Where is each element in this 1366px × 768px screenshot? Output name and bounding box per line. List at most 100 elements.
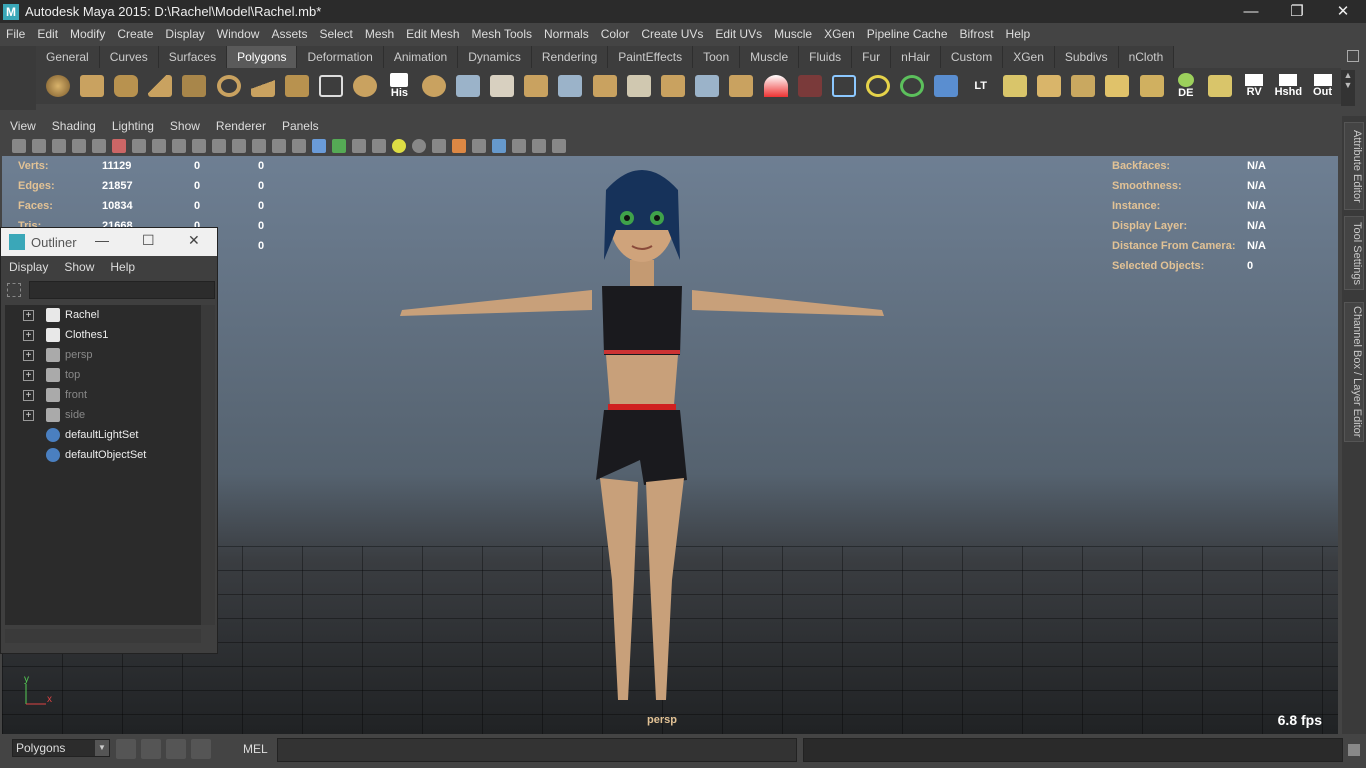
- poly-cone-icon[interactable]: [145, 71, 176, 101]
- booleans-icon[interactable]: [521, 71, 552, 101]
- expand-icon[interactable]: +: [23, 389, 34, 401]
- uv-grid-icon-5[interactable]: [1136, 71, 1167, 101]
- outliner-menu-help[interactable]: Help: [102, 260, 143, 274]
- mel-label[interactable]: MEL: [243, 742, 268, 756]
- outliner-menu-show[interactable]: Show: [56, 260, 102, 274]
- create-polygon-tool-icon[interactable]: [316, 71, 347, 101]
- close-button[interactable]: ✕: [1320, 0, 1366, 23]
- panel-menu-panels[interactable]: Panels: [274, 119, 327, 133]
- uv-grid-icon-3[interactable]: [1068, 71, 1099, 101]
- outliner-menu-display[interactable]: Display: [1, 260, 56, 274]
- bookmarks-icon[interactable]: [52, 139, 66, 153]
- outliner-titlebar[interactable]: Outliner — ☐ ✕: [1, 228, 217, 256]
- menu-assets[interactable]: Assets: [265, 27, 313, 41]
- menu-select[interactable]: Select: [313, 27, 358, 41]
- camera-attributes-icon[interactable]: [32, 139, 46, 153]
- shadows-icon[interactable]: [412, 139, 426, 153]
- shelf-tab-animation[interactable]: Animation: [383, 46, 459, 68]
- expand-icon[interactable]: +: [23, 369, 34, 381]
- poly-torus-icon[interactable]: [213, 71, 244, 101]
- paint-tool-icon[interactable]: [794, 71, 825, 101]
- poly-cylinder-icon[interactable]: [110, 71, 141, 101]
- out-icon[interactable]: Out: [1307, 71, 1338, 101]
- expand-icon[interactable]: +: [23, 349, 34, 361]
- shelf-tab-surfaces[interactable]: Surfaces: [158, 46, 228, 68]
- snap-icon[interactable]: [116, 739, 136, 759]
- bridge-icon[interactable]: [692, 71, 723, 101]
- poly-pipe-icon[interactable]: [281, 71, 312, 101]
- shelf-tab-polygons[interactable]: Polygons: [227, 46, 298, 68]
- outliner-item[interactable]: + persp: [5, 345, 201, 365]
- depth-of-field-icon[interactable]: [492, 139, 506, 153]
- shelf-tab-fluids[interactable]: Fluids: [799, 46, 853, 68]
- menu-xgen[interactable]: XGen: [818, 27, 861, 41]
- menu-edit-mesh[interactable]: Edit Mesh: [400, 27, 465, 41]
- shelf-tab-painteffects[interactable]: PaintEffects: [608, 46, 694, 68]
- panel-menu-show[interactable]: Show: [162, 119, 208, 133]
- de-tool-icon[interactable]: DE: [1170, 71, 1201, 101]
- average-vertices-icon[interactable]: [589, 71, 620, 101]
- shelf-tab-general[interactable]: General: [36, 46, 100, 68]
- extract-icon[interactable]: [486, 71, 517, 101]
- menu-edit-uvs[interactable]: Edit UVs: [709, 27, 768, 41]
- outliner-maximize-button[interactable]: ☐: [142, 232, 155, 249]
- wireframe-shading-icon[interactable]: [292, 139, 306, 153]
- field-chart-icon[interactable]: [232, 139, 246, 153]
- separate-icon[interactable]: [452, 71, 483, 101]
- soccer-ball-icon[interactable]: [350, 71, 381, 101]
- uv-grid-icon-6[interactable]: [1204, 71, 1235, 101]
- shelf-tab-fur[interactable]: Fur: [852, 46, 892, 68]
- resolution-gate-icon[interactable]: [192, 139, 206, 153]
- history-list-icon[interactable]: [191, 739, 211, 759]
- use-all-lights-icon[interactable]: [392, 139, 406, 153]
- outliner-vertical-scrollbar[interactable]: [201, 305, 215, 625]
- menu-file[interactable]: File: [0, 27, 31, 41]
- menu-mesh[interactable]: Mesh: [359, 27, 400, 41]
- outliner-item[interactable]: + Clothes1: [5, 325, 201, 345]
- screen-space-ao-icon[interactable]: [432, 139, 446, 153]
- wireframe-on-shaded-icon[interactable]: [332, 139, 346, 153]
- menu-muscle[interactable]: Muscle: [768, 27, 818, 41]
- outliner-item[interactable]: + Rachel: [5, 305, 201, 325]
- image-plane-icon[interactable]: [72, 139, 86, 153]
- shelf-tab-nhair[interactable]: nHair: [891, 46, 941, 68]
- anti-aliasing-icon[interactable]: [472, 139, 486, 153]
- uv-editor-icon[interactable]: [863, 71, 894, 101]
- sculpt-icon[interactable]: [760, 71, 791, 101]
- shelf-tab-subdivs[interactable]: Subdivs: [1054, 46, 1119, 68]
- outliner-item[interactable]: defaultObjectSet: [5, 445, 201, 465]
- menu-pipeline-cache[interactable]: Pipeline Cache: [861, 27, 954, 41]
- tab-tool-settings[interactable]: Tool Settings: [1344, 216, 1364, 290]
- transform-icon[interactable]: [897, 71, 928, 101]
- panel-menu-renderer[interactable]: Renderer: [208, 119, 274, 133]
- menu-normals[interactable]: Normals: [538, 27, 595, 41]
- shelf-trash-icon[interactable]: [1347, 50, 1359, 62]
- uv-grid-icon-2[interactable]: [1033, 71, 1064, 101]
- outliner-close-button[interactable]: ✕: [188, 232, 200, 249]
- menu-mesh-tools[interactable]: Mesh Tools: [466, 27, 538, 41]
- append-polygon-icon[interactable]: [726, 71, 757, 101]
- poly-cube-icon[interactable]: [76, 71, 107, 101]
- menu-modify[interactable]: Modify: [64, 27, 111, 41]
- extrude-icon[interactable]: [657, 71, 688, 101]
- shelf-scroll[interactable]: ▲ ▼: [1341, 70, 1355, 106]
- rv-icon[interactable]: RV: [1239, 71, 1270, 101]
- poly-plane-icon[interactable]: [179, 71, 210, 101]
- lt-label-icon[interactable]: LT: [965, 71, 996, 101]
- poly-sphere-icon[interactable]: [42, 71, 73, 101]
- shelf-tab-deformation[interactable]: Deformation: [297, 46, 384, 68]
- shelf-tab-custom[interactable]: Custom: [940, 46, 1004, 68]
- poly-pyramid-icon[interactable]: [247, 71, 278, 101]
- shelf-tab-xgen[interactable]: XGen: [1003, 46, 1055, 68]
- smooth-shade-icon[interactable]: [312, 139, 326, 153]
- restore-button[interactable]: ❐: [1274, 0, 1320, 23]
- gate-mask-icon[interactable]: [212, 139, 226, 153]
- shelf-tab-rendering[interactable]: Rendering: [531, 46, 609, 68]
- uv-grid-icon-4[interactable]: [1102, 71, 1133, 101]
- character-model[interactable]: [382, 160, 902, 720]
- menu-create[interactable]: Create: [111, 27, 159, 41]
- textured-icon[interactable]: [372, 139, 386, 153]
- expand-icon[interactable]: +: [23, 309, 34, 321]
- command-input[interactable]: [277, 738, 797, 762]
- default-material-icon[interactable]: [352, 139, 366, 153]
